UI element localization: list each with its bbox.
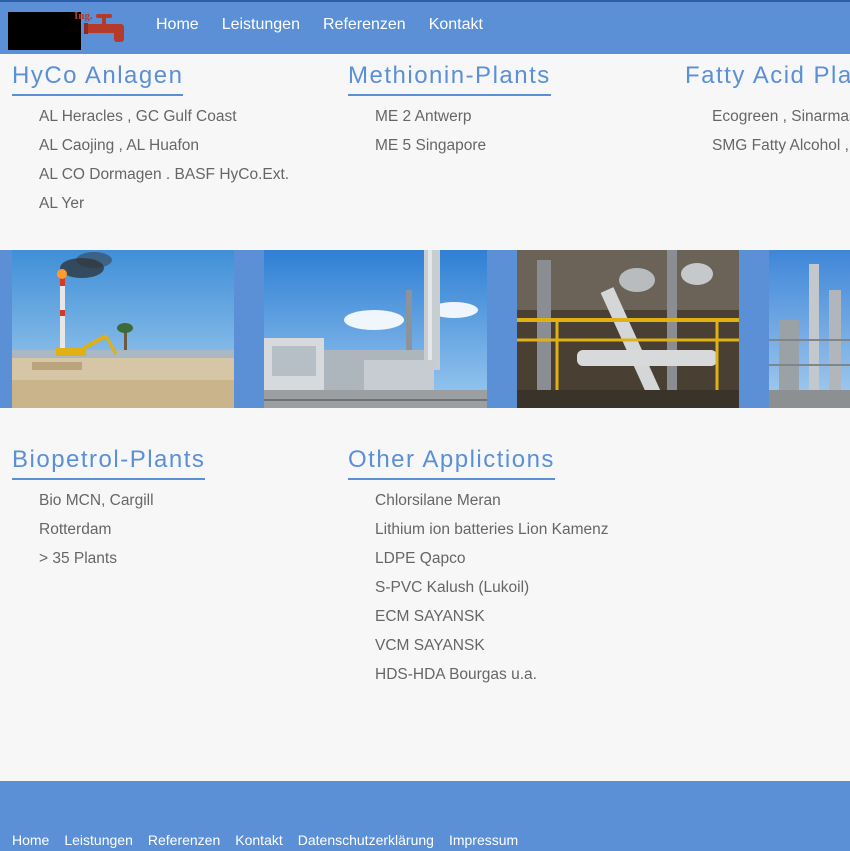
list-item: LDPE Qapco bbox=[375, 550, 466, 567]
list-item: Bio MCN, Cargill bbox=[39, 492, 154, 509]
list-item: S-PVC Kalush (Lukoil) bbox=[375, 579, 530, 596]
section-title: Other Applictions bbox=[348, 446, 555, 480]
footer-link-leistungen[interactable]: Leistungen bbox=[64, 832, 133, 848]
gallery-photo[interactable] bbox=[517, 250, 739, 408]
nav-kontakt[interactable]: Kontakt bbox=[429, 16, 483, 34]
footer-link-impressum[interactable]: Impressum bbox=[449, 832, 518, 848]
section-fatty-acid: Fatty Acid Pla Ecogreen , Sinarmas SMG F… bbox=[685, 62, 850, 160]
list-item: Chlorsilane Meran bbox=[375, 492, 501, 509]
footer-link-datenschutz[interactable]: Datenschutzerklärung bbox=[298, 832, 434, 848]
nav-referenzen[interactable]: Referenzen bbox=[323, 16, 406, 34]
list-item: HDS-HDA Bourgas u.a. bbox=[375, 666, 537, 683]
reference-list: AL Heracles , GC Gulf Coast AL Caojing ,… bbox=[12, 102, 289, 218]
top-navbar: Ing. Home Leistungen Referenzen Kontakt bbox=[0, 0, 850, 54]
section-title: HyCo Anlagen bbox=[12, 62, 184, 96]
list-item: ECM SAYANSK bbox=[375, 608, 485, 625]
footer-link-kontakt[interactable]: Kontakt bbox=[235, 832, 282, 848]
valve-icon bbox=[84, 14, 124, 42]
list-item: ME 5 Singapore bbox=[375, 137, 487, 154]
section-title: Fatty Acid Pla bbox=[685, 62, 850, 89]
reference-list: Bio MCN, Cargill Rotterdam > 35 Plants bbox=[12, 486, 205, 573]
logo-redacted-block bbox=[8, 12, 81, 50]
footer: Home Leistungen Referenzen Kontakt Daten… bbox=[0, 781, 850, 851]
reference-list: ME 2 Antwerp ME 5 Singapore bbox=[348, 102, 551, 160]
photo-gallery bbox=[0, 250, 850, 408]
gallery-photo[interactable] bbox=[264, 250, 487, 408]
section-hyco: HyCo Anlagen AL Heracles , GC Gulf Coast… bbox=[12, 62, 289, 218]
gallery-photo[interactable] bbox=[12, 250, 234, 408]
section-title: Biopetrol-Plants bbox=[12, 446, 206, 480]
list-item: Lithium ion batteries Lion Kamenz bbox=[375, 521, 609, 538]
list-item: AL Heracles , GC Gulf Coast bbox=[39, 108, 237, 125]
reference-list: Ecogreen , Sinarmas SMG Fatty Alcohol , bbox=[685, 102, 850, 160]
list-item: AL Yer bbox=[39, 195, 85, 212]
main-nav: Home Leistungen Referenzen Kontakt bbox=[156, 16, 483, 34]
section-methionin: Methionin-Plants ME 2 Antwerp ME 5 Singa… bbox=[348, 62, 551, 160]
footer-link-home[interactable]: Home bbox=[12, 832, 49, 848]
nav-leistungen[interactable]: Leistungen bbox=[222, 16, 300, 34]
list-item: VCM SAYANSK bbox=[375, 637, 485, 654]
nav-home[interactable]: Home bbox=[156, 16, 199, 34]
section-title: Methionin-Plants bbox=[348, 62, 551, 96]
site-logo[interactable]: Ing. bbox=[8, 10, 128, 52]
list-item: AL CO Dormagen . BASF HyCo.Ext. bbox=[39, 166, 290, 183]
reference-list: Chlorsilane Meran Lithium ion batteries … bbox=[348, 486, 609, 689]
gallery-photo[interactable] bbox=[769, 250, 850, 408]
footer-link-referenzen[interactable]: Referenzen bbox=[148, 832, 220, 848]
footer-nav: Home Leistungen Referenzen Kontakt Daten… bbox=[12, 832, 518, 848]
list-item: SMG Fatty Alcohol , bbox=[712, 137, 849, 154]
section-biopetrol: Biopetrol-Plants Bio MCN, Cargill Rotter… bbox=[12, 446, 206, 573]
list-item: ME 2 Antwerp bbox=[375, 108, 472, 125]
section-other-applications: Other Applictions Chlorsilane Meran Lith… bbox=[348, 446, 609, 689]
list-item: > 35 Plants bbox=[39, 550, 117, 567]
list-item: AL Caojing , AL Huafon bbox=[39, 137, 199, 154]
list-item: Rotterdam bbox=[39, 521, 112, 538]
list-item: Ecogreen , Sinarmas bbox=[712, 108, 850, 125]
